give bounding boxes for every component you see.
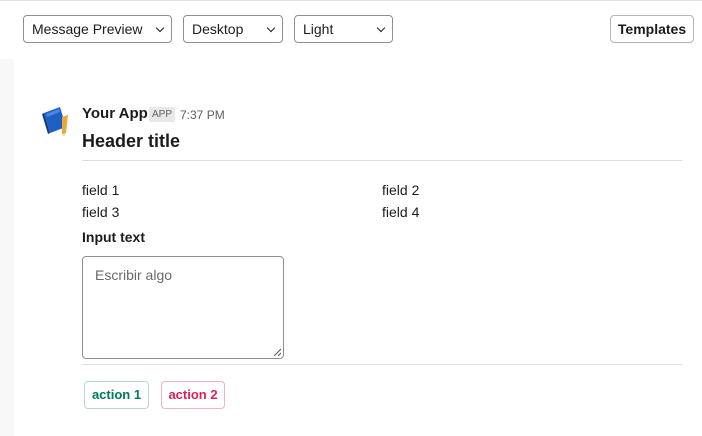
input-placeholder: Escribir algo [95,267,173,283]
field-4: field 4 [382,204,420,220]
message-preview-select-value: Message Preview [32,21,143,37]
preview-toolbar: Message Preview Desktop Light Templates [0,1,702,59]
app-badge: APP [149,107,176,122]
app-name[interactable]: Your App [82,105,148,122]
chevron-down-icon [376,23,386,33]
input-label: Input text [82,229,145,245]
device-select[interactable]: Desktop [183,15,283,43]
theme-select[interactable]: Light [294,15,393,43]
field-3: field 3 [82,204,120,220]
action-2-button[interactable]: action 2 [161,381,225,409]
message-preview-pane: Your App APP 7:37 PM Header title field … [14,59,702,436]
chevron-down-icon [155,23,165,33]
block-kit-preview: Message Preview Desktop Light Templates … [0,0,702,436]
theme-select-value: Light [303,21,334,37]
input-textarea[interactable]: Escribir algo [82,256,284,359]
header-divider [82,160,682,161]
field-2: field 2 [382,182,420,198]
message-preview-select[interactable]: Message Preview [23,15,172,43]
chevron-down-icon [266,23,276,33]
header-title: Header title [82,131,181,151]
device-select-value: Desktop [192,21,244,37]
field-1: field 1 [82,182,120,198]
actions-divider [82,364,682,365]
app-book-icon [40,103,76,139]
templates-button[interactable]: Templates [610,15,694,43]
resize-handle-icon[interactable] [273,348,281,356]
action-1-button[interactable]: action 1 [84,381,149,409]
message-timestamp[interactable]: 7:37 PM [180,108,225,122]
